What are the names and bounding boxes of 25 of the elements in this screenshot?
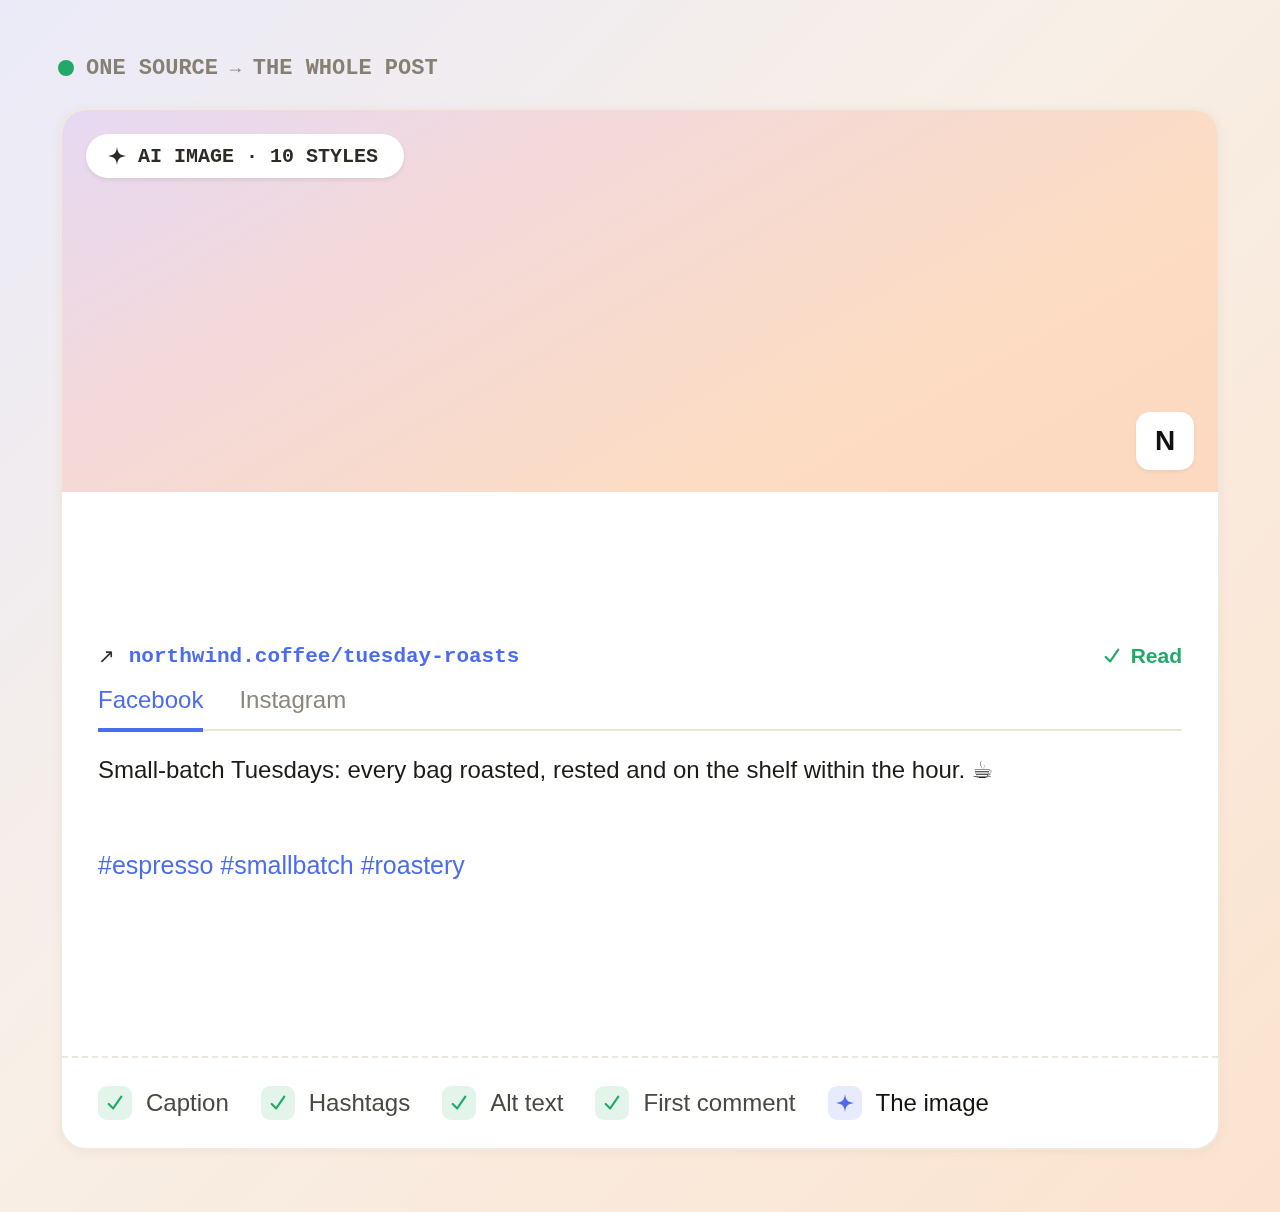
sparkle-icon [835, 1094, 854, 1112]
arrow-glyph: → [230, 58, 241, 78]
arrow-glyph: ↗ [98, 644, 115, 668]
platform-tab[interactable]: Instagram [239, 682, 347, 732]
sparkle-icon [108, 147, 126, 165]
source-link[interactable]: northwind.coffee/tuesday-roasts [128, 644, 520, 668]
checklist-label: Caption [146, 1089, 229, 1117]
check-icon [106, 1094, 124, 1112]
check-icon [268, 1094, 287, 1112]
status-dot [58, 60, 74, 76]
platform-tab[interactable]: Facebook [98, 682, 204, 732]
badge-label: AI IMAGE · 10 STYLES [138, 144, 379, 168]
check-icon [450, 1094, 469, 1112]
checklist-label: Alt text [490, 1089, 564, 1117]
hashtags-text: #espresso #smallbatch #roastery [98, 851, 466, 880]
check-icon [1102, 647, 1121, 665]
section-label: ONE SOURCE [86, 55, 219, 81]
check-icon [603, 1094, 622, 1112]
section-label: THE WHOLE POST [252, 55, 438, 81]
checklist-label: Hashtags [308, 1089, 411, 1117]
avatar: N [1136, 412, 1194, 470]
read-status: Read [1102, 644, 1182, 668]
checklist-label: First comment [643, 1089, 796, 1117]
caption-text: Small-batch Tuesdays: every bag roasted, rested and on the shelf within the hour. ☕ [98, 755, 995, 785]
checklist-label: The image [875, 1089, 989, 1117]
